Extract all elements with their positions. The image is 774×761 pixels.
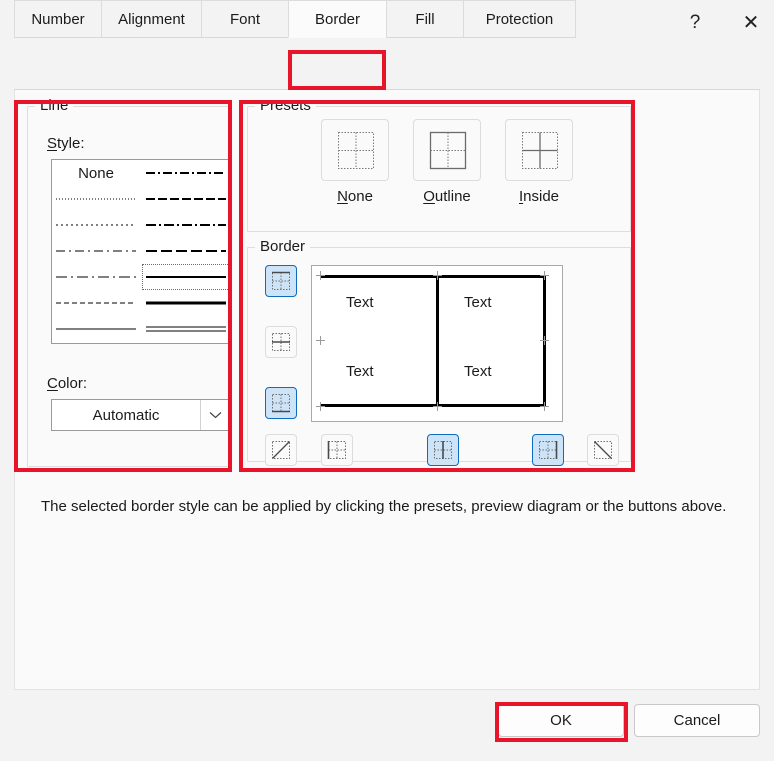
tab-strip xyxy=(0,52,774,90)
line-style-dash-dot-thin[interactable] xyxy=(52,238,140,264)
border-right-button[interactable] xyxy=(532,434,564,466)
line-style-list[interactable]: None xyxy=(51,159,231,344)
tab-fill[interactable]: Fill xyxy=(386,0,463,38)
preview-tick-bot-right-h[interactable] xyxy=(540,406,549,407)
line-style-dash-dot-long[interactable] xyxy=(52,264,140,290)
line-style-dash-dot-bold-2[interactable] xyxy=(142,212,230,238)
preview-tick-bot-left-h[interactable] xyxy=(316,406,325,407)
tab-alignment[interactable]: Alignment xyxy=(101,0,201,38)
help-icon[interactable]: ? xyxy=(672,0,718,45)
preview-tick-bot-mid-h[interactable] xyxy=(433,406,442,407)
border-group-legend: Border xyxy=(255,238,311,255)
border-diagonal-up-button[interactable] xyxy=(265,434,297,466)
preview-cell-text-2: Text xyxy=(346,363,374,380)
preview-tick-top-mid-h[interactable] xyxy=(433,275,442,276)
preview-cell-text-3: Text xyxy=(464,363,492,380)
instruction-text: The selected border style can be applied… xyxy=(41,498,727,515)
line-color-value: Automatic xyxy=(92,406,160,424)
preset-none-icon[interactable] xyxy=(321,119,389,181)
line-color-dropdown[interactable]: Automatic xyxy=(51,399,231,431)
preview-line-inside-vertical xyxy=(436,275,439,407)
tab-content-border: Line Style: None Color: Automatic Preset… xyxy=(14,90,760,690)
border-group: Border Text Text Text Text xyxy=(247,238,631,466)
presets-group: Presets None Outline Inside xyxy=(247,97,631,232)
preview-cell-text-1: Text xyxy=(464,294,492,311)
border-diagonal-down-button[interactable] xyxy=(587,434,619,466)
preset-outline-label: Outline xyxy=(423,188,471,205)
preview-cell-text-0: Text xyxy=(346,294,374,311)
preview-tick-mid-left-h[interactable] xyxy=(316,340,325,341)
border-left-button[interactable] xyxy=(321,434,353,466)
border-inside-vertical-button[interactable] xyxy=(427,434,459,466)
preview-tick-top-left-h[interactable] xyxy=(316,275,325,276)
preset-none[interactable]: None xyxy=(321,119,389,205)
line-style-solid-thin[interactable] xyxy=(52,316,140,342)
line-style-solid-thick[interactable] xyxy=(142,290,230,316)
tab-protection[interactable]: Protection xyxy=(463,0,576,38)
tab-border[interactable]: Border xyxy=(288,0,386,38)
line-style-double[interactable] xyxy=(142,316,230,342)
line-style-none-label: None xyxy=(78,164,114,182)
line-style-none[interactable]: None xyxy=(52,160,140,186)
preset-inside[interactable]: Inside xyxy=(505,119,573,205)
line-group: Line Style: None Color: Automatic xyxy=(27,97,232,467)
line-style-dashed-large[interactable] xyxy=(142,238,230,264)
preset-none-label: None xyxy=(337,188,373,205)
line-style-solid-medium[interactable] xyxy=(142,264,230,290)
border-top-button[interactable] xyxy=(265,265,297,297)
preset-outline[interactable]: Outline xyxy=(413,119,481,205)
line-style-dashed-bold[interactable] xyxy=(142,186,230,212)
border-inside-horizontal-button[interactable] xyxy=(265,326,297,358)
border-preview-diagram[interactable]: Text Text Text Text xyxy=(311,265,563,422)
ok-button[interactable]: OK xyxy=(498,704,624,737)
line-style-dashed-small[interactable] xyxy=(52,290,140,316)
preset-inside-label: Inside xyxy=(518,188,560,205)
line-style-dash-dot-bold[interactable] xyxy=(142,160,230,186)
tab-font[interactable]: Font xyxy=(201,0,288,38)
tab-number[interactable]: Number xyxy=(14,0,101,38)
border-bottom-button[interactable] xyxy=(265,387,297,419)
line-style-dotted[interactable] xyxy=(52,212,140,238)
line-group-legend: Line xyxy=(35,97,74,114)
close-icon[interactable]: ✕ xyxy=(728,0,774,45)
line-style-dotted-fine[interactable] xyxy=(52,186,140,212)
color-label: Color: xyxy=(47,375,88,392)
chevron-down-icon[interactable] xyxy=(200,400,230,430)
style-label: Style: xyxy=(47,135,85,152)
cancel-button[interactable]: Cancel xyxy=(634,704,760,737)
preset-inside-icon[interactable] xyxy=(505,119,573,181)
dialog-button-bar: OK Cancel xyxy=(0,690,774,761)
preset-outline-icon[interactable] xyxy=(413,119,481,181)
preview-tick-mid-right-h[interactable] xyxy=(540,340,549,341)
presets-group-legend: Presets xyxy=(255,97,316,114)
preview-tick-top-right-h[interactable] xyxy=(540,275,549,276)
